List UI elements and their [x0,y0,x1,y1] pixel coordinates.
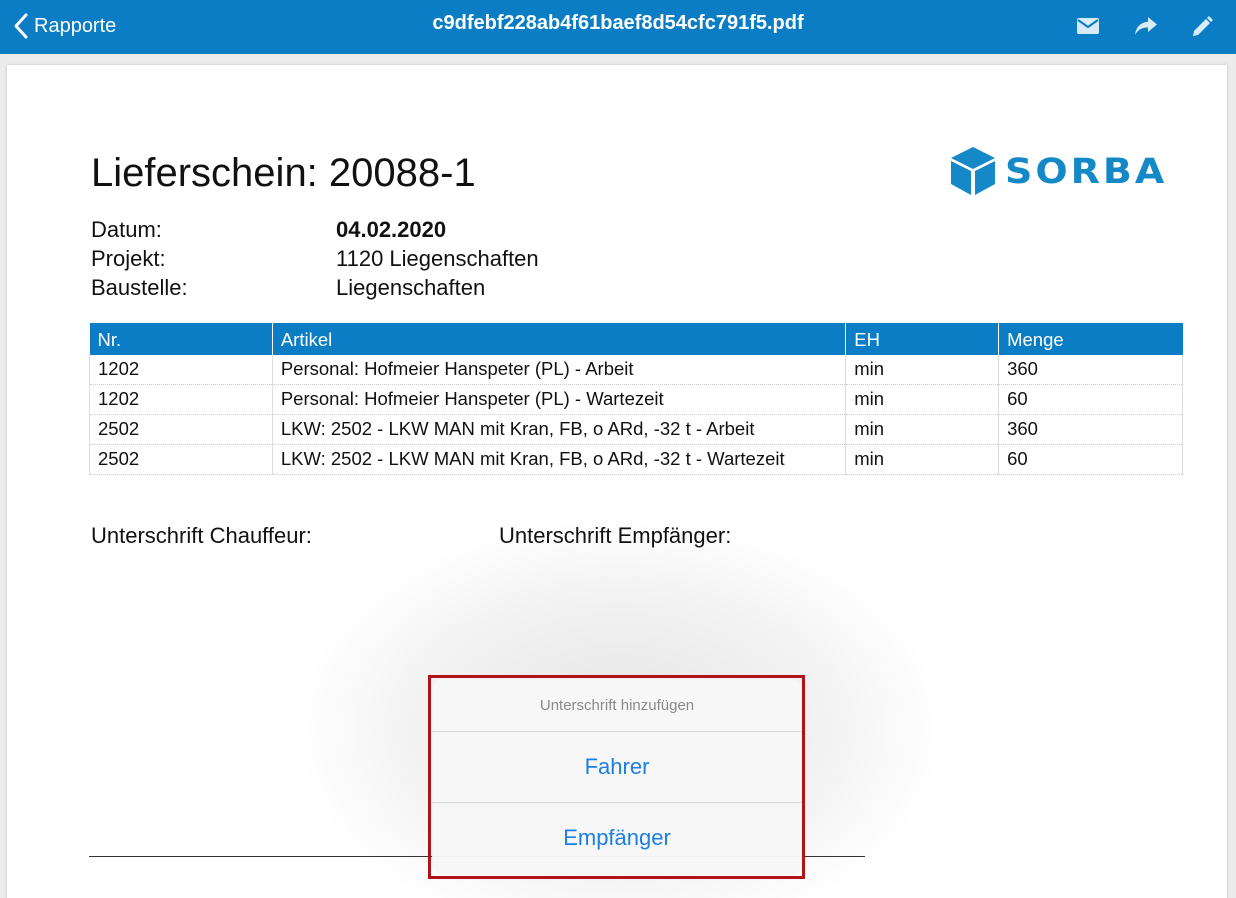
cell-artikel: LKW: 2502 - LKW MAN mit Kran, FB, o ARd,… [272,444,847,475]
table-row: 2502 LKW: 2502 - LKW MAN mit Kran, FB, o… [89,414,1183,445]
document-meta: Datum: 04.02.2020 Projekt: 1120 Liegensc… [91,215,539,302]
company-logo: SORBA [947,145,1167,197]
recipient-signature-button[interactable]: Empfänger [432,802,802,872]
mail-button[interactable] [1073,12,1103,40]
meta-value: 1120 Liegenschaften [336,246,539,271]
column-header-menge: Menge [998,323,1183,355]
pencil-icon [1193,16,1213,36]
driver-signature-button[interactable]: Fahrer [432,732,802,802]
items-table: Nr. Artikel EH Menge 1202 Personal: Hofm… [89,323,1183,475]
cell-eh: min [845,444,1000,475]
table-row: 1202 Personal: Hofmeier Hanspeter (PL) -… [89,384,1183,415]
cell-artikel: Personal: Hofmeier Hanspeter (PL) - Arbe… [272,355,847,385]
column-header-nr: Nr. [89,323,273,355]
meta-label: Baustelle: [91,275,188,300]
back-button-label: Rapporte [34,14,117,37]
signature-recipient-label: Unterschrift Empfänger: [499,523,732,548]
cell-eh: min [845,414,1000,445]
table-header-row: Nr. Artikel EH Menge [89,323,1183,355]
table-row: 1202 Personal: Hofmeier Hanspeter (PL) -… [89,355,1183,385]
meta-row-datum: Datum: 04.02.2020 [91,215,539,244]
share-button[interactable] [1131,12,1161,40]
meta-value: Liegenschaften [336,275,486,300]
meta-row-baustelle: Baustelle: Liegenschaften [91,273,539,302]
meta-value: 04.02.2020 [336,217,447,242]
back-button[interactable]: Rapporte [12,11,116,41]
cell-menge: 60 [998,384,1183,415]
chevron-left-icon [14,13,28,39]
document-title: Lieferschein: 20088-1 [91,151,476,195]
meta-row-projekt: Projekt: 1120 Liegenschaften [91,244,539,273]
meta-label: Projekt: [91,246,166,271]
cell-nr: 1202 [89,355,273,385]
cell-menge: 360 [998,355,1183,385]
add-signature-popover: Unterschrift hinzufügen Fahrer Empfänger [432,679,802,875]
cell-menge: 360 [998,414,1183,445]
cell-nr: 1202 [89,384,273,415]
cell-nr: 2502 [89,444,273,475]
table-row: 2502 LKW: 2502 - LKW MAN mit Kran, FB, o… [89,444,1183,475]
document-filename-title: c9dfebf228ab4f61baef8d54cfc791f5.pdf [432,12,804,34]
cube-logo-icon [951,147,995,195]
cell-eh: min [845,355,1000,385]
cell-menge: 60 [998,444,1183,475]
cell-artikel: Personal: Hofmeier Hanspeter (PL) - Wart… [272,384,847,415]
meta-label: Datum: [91,217,162,242]
popover-title: Unterschrift hinzufügen [432,679,802,732]
column-header-artikel: Artikel [272,323,847,355]
column-header-eh: EH [845,323,1000,355]
logo-wordmark: SORBA [1005,150,1168,192]
share-icon [1135,17,1157,35]
cell-eh: min [845,384,1000,415]
navigation-bar: Rapporte c9dfebf228ab4f61baef8d54cfc791f… [0,0,1236,54]
cell-artikel: LKW: 2502 - LKW MAN mit Kran, FB, o ARd,… [272,414,847,445]
edit-button[interactable] [1187,12,1217,40]
signature-driver-label: Unterschrift Chauffeur: [91,523,312,548]
cell-nr: 2502 [89,414,273,445]
mail-icon [1077,18,1099,34]
